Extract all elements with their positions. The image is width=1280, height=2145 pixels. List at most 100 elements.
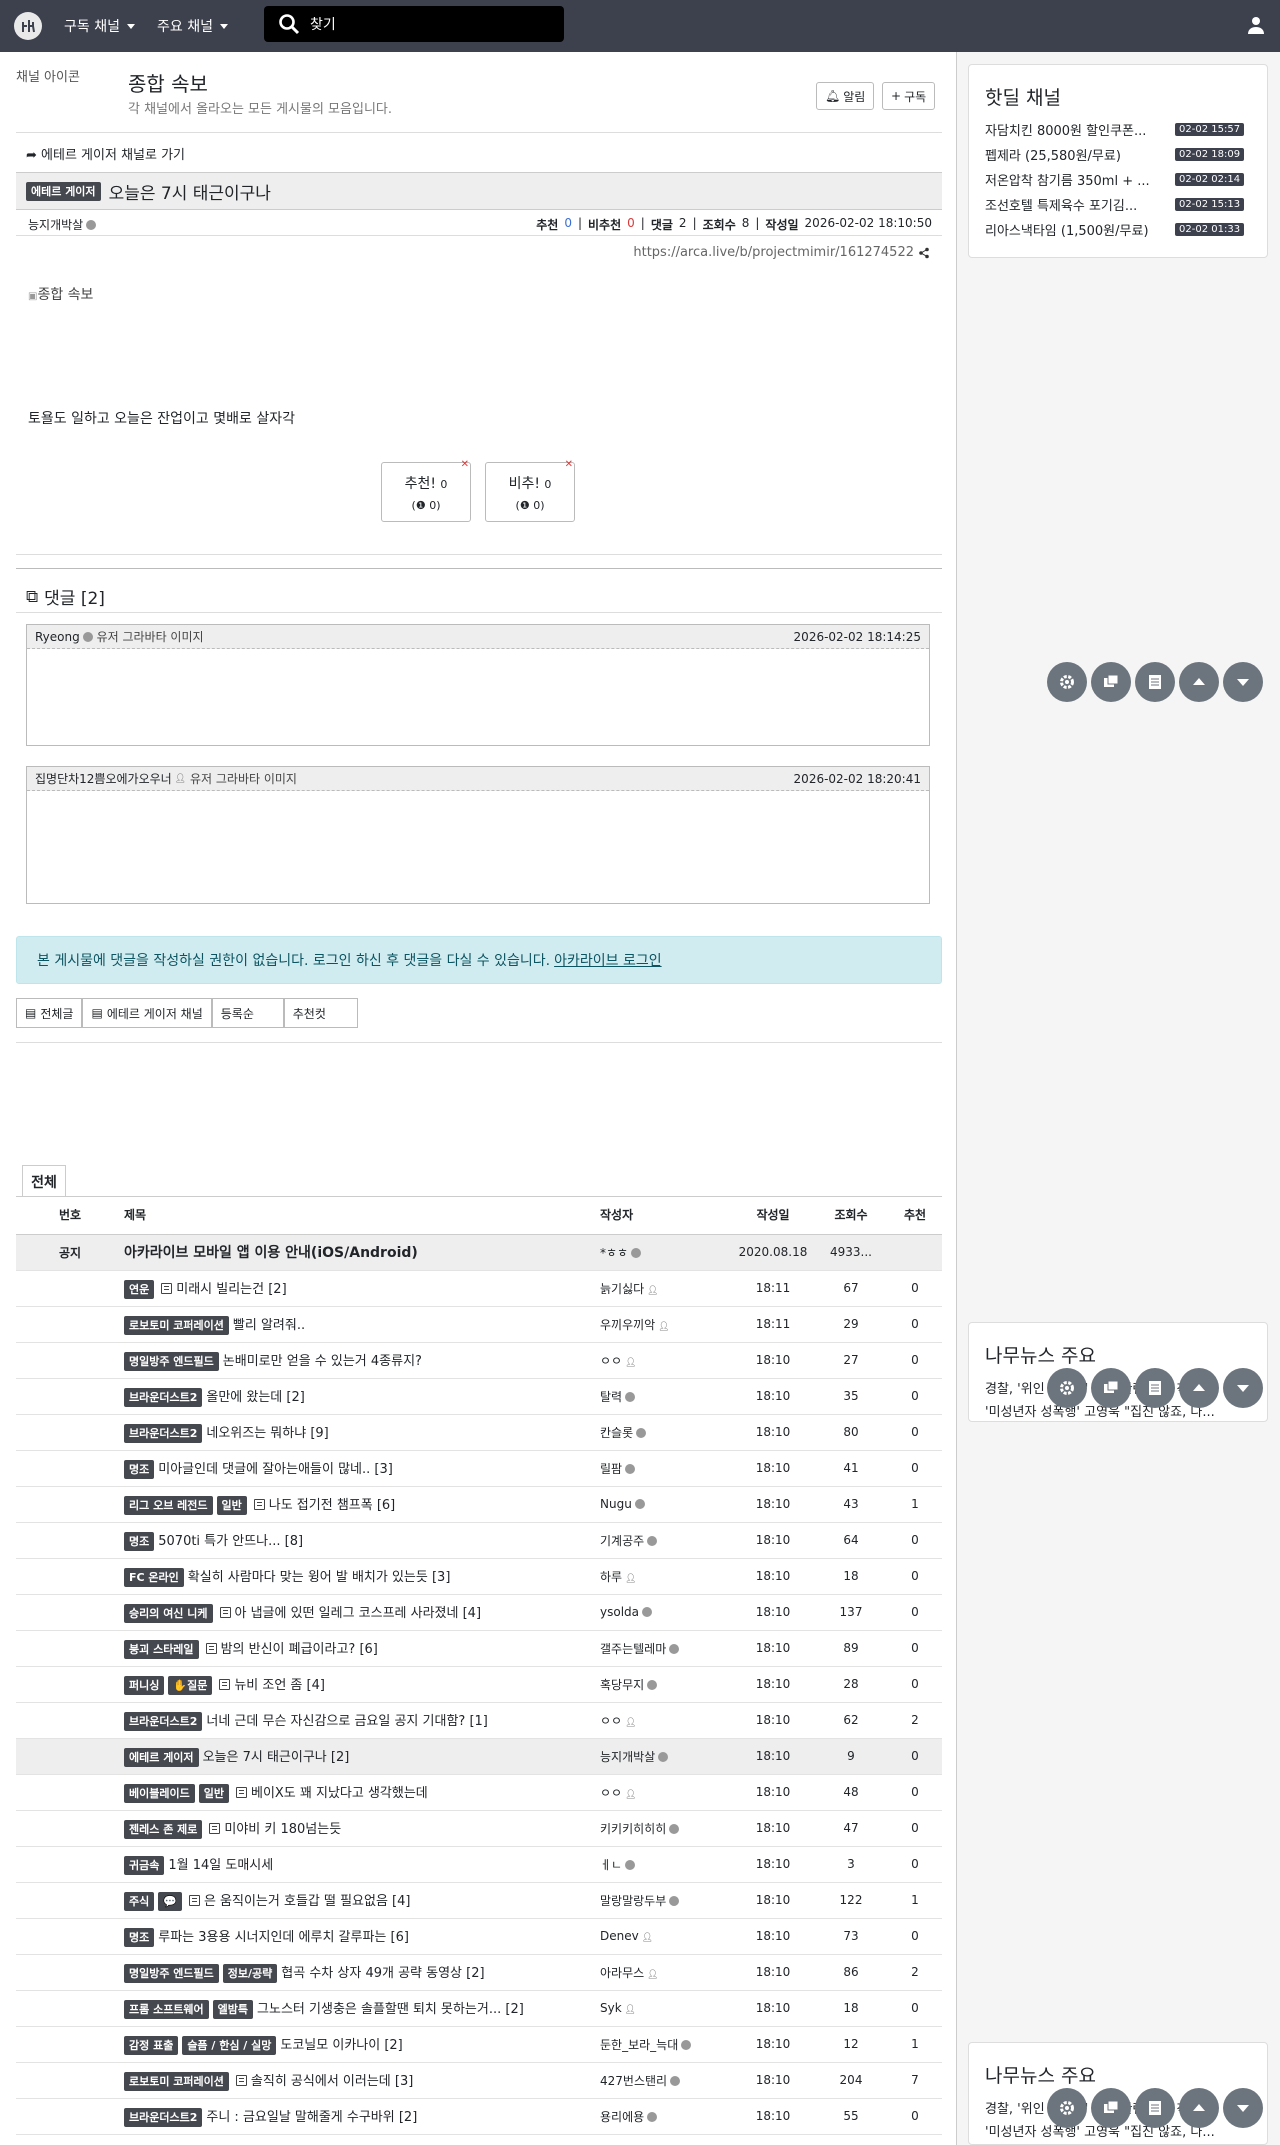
table-row[interactable]: 브라운더스트2 주니 : 금요일날 말해줄게 수구바위 [2] 용리에용 18:10 5… bbox=[16, 2098, 942, 2135]
hotdeal-item[interactable]: 조선호텔 특제육수 포기김... 02-02 15:13 bbox=[985, 195, 1267, 214]
comment-author[interactable]: Ryeong bbox=[35, 630, 80, 644]
row-title-cell[interactable]: 리그 오브 레전드 일반 나도 접기전 챔프폭 [6] bbox=[124, 1486, 600, 1523]
row-title-cell[interactable]: 로보토미 코퍼레이션 빨리 알려줘.. bbox=[124, 1306, 600, 1343]
list-button[interactable] bbox=[1135, 662, 1175, 702]
hotdeal-item[interactable]: 리아스낵타임 (1,500원/무료) 02-02 01:33 bbox=[985, 220, 1267, 239]
table-row[interactable]: 리그 오브 레전드 일반 나도 접기전 챔프폭 [6] Nugu 18:10 43 1 bbox=[16, 1486, 942, 1523]
share-icon[interactable] bbox=[918, 247, 930, 259]
user-icon[interactable] bbox=[1246, 15, 1266, 35]
row-author[interactable]: 하루 👤︎ bbox=[600, 1558, 732, 1595]
row-title-cell[interactable]: 명일방주 엔드필드 정보/공략 협곡 수차 상자 49개 공략 동영상 [2] bbox=[124, 1954, 600, 1991]
table-row[interactable]: 퍼니싱 ✋질문 뉴비 조언 좀 [4] 혹당무지 18:10 28 0 bbox=[16, 1666, 942, 1703]
hotdeal-title[interactable]: 핫딜 채널 bbox=[985, 83, 1267, 110]
row-category-badge[interactable]: 로보토미 코퍼레이션 bbox=[124, 1315, 229, 1335]
subscribe-button[interactable]: + 구독 bbox=[882, 82, 936, 110]
upvote-button[interactable]: 추천! 0 (❶ 0) ✕ bbox=[381, 459, 471, 522]
article-author[interactable]: 능지개박살 bbox=[28, 216, 97, 233]
row-category-badge[interactable]: 명일방주 엔드필드 bbox=[124, 1351, 219, 1371]
row-category-badge[interactable]: 젠레스 존 제로 bbox=[124, 1819, 203, 1839]
row-title-cell[interactable]: 브라운더스트2 주니 : 금요일날 말해줄게 수구바위 [2] bbox=[124, 2098, 600, 2135]
row-category-badge[interactable]: 슬픔 / 한심 / 실망 bbox=[182, 2035, 277, 2055]
row-category-badge[interactable]: 명조 bbox=[124, 1459, 155, 1479]
settings-button[interactable] bbox=[1047, 1368, 1087, 1408]
row-category-badge[interactable]: 에테르 게이저 bbox=[124, 1747, 199, 1767]
row-category-badge[interactable]: 💬 bbox=[158, 1891, 182, 1911]
comments-button[interactable] bbox=[1091, 1368, 1131, 1408]
row-title-cell[interactable]: 베이블레이드 일반 베이X도 꽤 지났다고 생각했는데 bbox=[124, 1774, 600, 1811]
row-title-cell[interactable]: 감정 표출 슬픔 / 한심 / 실망 도코닐모 이카나이 [2] bbox=[124, 2026, 600, 2063]
row-title-cell[interactable]: 브라운더스트2 너네 근데 무슨 자신감으로 금요일 공지 기대함? [1] bbox=[124, 1702, 600, 1739]
row-author[interactable]: Syk 👤︎ bbox=[600, 1990, 732, 2027]
row-category-badge[interactable]: ✋질문 bbox=[168, 1675, 213, 1695]
tab-channel-posts[interactable]: ▤ 에테르 게이저 채널 bbox=[82, 998, 212, 1028]
channel-title[interactable]: 종합 속보 bbox=[128, 68, 208, 97]
row-category-badge[interactable]: 일반 bbox=[216, 1495, 247, 1515]
table-row[interactable]: 에테르 게이저 오늘은 7시 태근이구나 [2] 능지개박살 18:10 9 0 bbox=[16, 1738, 942, 1775]
row-title-cell[interactable]: 에테르 게이저 오늘은 7시 태근이구나 [2] bbox=[124, 1738, 600, 1775]
row-author[interactable]: 말랑말랑두부 bbox=[600, 1882, 732, 1919]
rec-cut-select[interactable]: 추천컷 bbox=[283, 998, 358, 1028]
row-title[interactable]: 아카라이브 모바일 앱 이용 안내(iOS/Android) bbox=[124, 1234, 600, 1271]
table-row[interactable]: 로보토미 코퍼레이션 빨리 알려줘.. 우끼우끼악 👤︎ 18:11 29 0 bbox=[16, 1306, 942, 1343]
downvote-button[interactable]: 비추! 0 (❶ 0) ✕ bbox=[485, 459, 575, 522]
table-row[interactable]: 로보토미 코퍼레이션 솔직히 공식에서 이러는데 [3] 427번스탠리 18:10 2… bbox=[16, 2062, 942, 2099]
row-author[interactable]: 우끼우끼악 👤︎ bbox=[600, 1306, 732, 1343]
news-title[interactable]: 나무뉴스 주요 bbox=[985, 1341, 1267, 1368]
table-row[interactable]: 연운 미래시 빌리는건 [2] 늙기싫다 👤︎ 18:11 67 0 bbox=[16, 1270, 942, 1307]
scroll-bottom-button[interactable] bbox=[1223, 2088, 1263, 2128]
table-row[interactable]: 귀금속 1월 14일 도매시세 ㅔㄴ 18:10 3 0 bbox=[16, 1846, 942, 1883]
row-category-badge[interactable]: 주식 bbox=[124, 1891, 155, 1911]
row-category-badge[interactable]: 귀금속 bbox=[124, 1855, 165, 1875]
row-category-badge[interactable]: 명조 bbox=[124, 1531, 155, 1551]
row-author[interactable]: Denev 👤︎ bbox=[600, 1918, 732, 1955]
row-title-cell[interactable]: 명조 5070ti 특가 안뜨나... [8] bbox=[124, 1522, 600, 1559]
table-row[interactable]: 젠레스 존 제로 미야비 키 180넘는듯 키키키히히히 18:10 47 0 bbox=[16, 1810, 942, 1847]
row-author[interactable]: ㅇㅇ 👤︎ bbox=[600, 1702, 732, 1739]
table-row[interactable]: 명조 루파는 3용용 시너지인데 에루치 갈루파는 [6] Denev 👤︎ 18:10… bbox=[16, 1918, 942, 1955]
row-title-cell[interactable]: 프롬 소프트웨어 엘밤특 그노스터 기생충은 솔플할땐 퇴치 못하는거... [2] bbox=[124, 1990, 600, 2027]
row-title-cell[interactable]: 주식 💬 은 움직이는거 호들갑 떨 필요없음 [4] bbox=[124, 1882, 600, 1919]
scroll-top-button[interactable] bbox=[1179, 2088, 1219, 2128]
sort-select[interactable]: 등록순 bbox=[211, 998, 284, 1028]
table-row[interactable]: 명조 미아글인데 댓글에 잘아는애들이 많네.. [3] 릴팜 18:10 41 0 bbox=[16, 1450, 942, 1487]
table-row[interactable]: 프롬 소프트웨어 엘밤특 그노스터 기생충은 솔플할땐 퇴치 못하는거... [2]… bbox=[16, 1990, 942, 2027]
table-row[interactable]: 명조 5070ti 특가 안뜨나... [8] 기계공주 18:10 64 0 bbox=[16, 1522, 942, 1559]
row-author[interactable]: ㅇㅇ 👤︎ bbox=[600, 1342, 732, 1379]
row-title-cell[interactable]: 브라운더스트2 올만에 왔는데 [2] bbox=[124, 1378, 600, 1415]
row-category-badge[interactable]: 연운 bbox=[124, 1279, 155, 1299]
row-category-badge[interactable]: 프롬 소프트웨어 bbox=[124, 1999, 209, 2019]
list-button[interactable] bbox=[1135, 1368, 1175, 1408]
table-row[interactable]: 베이블레이드 일반 베이X도 꽤 지났다고 생각했는데 ㅇㅇ 👤︎ 18:10 48 0 bbox=[16, 1774, 942, 1811]
row-author[interactable]: 용리에용 bbox=[600, 2098, 732, 2135]
table-row[interactable]: 감정 표출 슬픔 / 한심 / 실망 도코닐모 이카나이 [2] 둔한_보라_늑대 18… bbox=[16, 2026, 942, 2063]
row-category-badge[interactable]: 감정 표출 bbox=[124, 2035, 179, 2055]
tab-all[interactable]: 전체 bbox=[22, 1165, 66, 1197]
row-title-cell[interactable]: FC 온라인 확실히 사람마다 맞는 윙어 발 배치가 있는듯 [3] bbox=[124, 1558, 600, 1595]
row-author[interactable]: 탈력 bbox=[600, 1378, 732, 1415]
table-row[interactable]: 브라운더스트2 네오위즈는 뭐하냐 [9] 칸슬롯 18:10 80 0 bbox=[16, 1414, 942, 1451]
row-author[interactable]: 혹당무지 bbox=[600, 1666, 732, 1703]
table-row[interactable]: 명일방주 엔드필드 논배미로만 얻을 수 있는거 4종류지? ㅇㅇ 👤︎ 18:10 27… bbox=[16, 1342, 942, 1379]
site-logo[interactable] bbox=[14, 12, 42, 40]
hotdeal-item[interactable]: 자담치킨 8000원 할인쿠폰... 02-02 15:57 bbox=[985, 120, 1267, 139]
comment-author[interactable]: 집명단차12쁨오에가오우너 bbox=[35, 770, 172, 787]
row-author[interactable]: ㅇㅇ 👤︎ bbox=[600, 1774, 732, 1811]
row-title-cell[interactable]: 명일방주 엔드필드 논배미로만 얻을 수 있는거 4종류지? bbox=[124, 1342, 600, 1379]
row-category-badge[interactable]: 브라운더스트2 bbox=[124, 1387, 203, 1407]
scroll-top-button[interactable] bbox=[1179, 1368, 1219, 1408]
row-author[interactable]: 갤주는텔레마 bbox=[600, 1630, 732, 1667]
row-author[interactable]: 늙기싫다 👤︎ bbox=[600, 1270, 732, 1307]
login-link[interactable]: 아카라이브 로그인 bbox=[554, 950, 662, 970]
row-title-cell[interactable]: 붕괴 스타레일 밤의 반신이 폐급이라고? [6] bbox=[124, 1630, 600, 1667]
row-author[interactable]: 릴팜 bbox=[600, 1450, 732, 1487]
row-title-cell[interactable]: 명조 미아글인데 댓글에 잘아는애들이 많네.. [3] bbox=[124, 1450, 600, 1487]
row-category-badge[interactable]: 붕괴 스타레일 bbox=[124, 1639, 199, 1659]
row-title-cell[interactable]: 젠레스 존 제로 미야비 키 180넘는듯 bbox=[124, 1810, 600, 1847]
notice-row[interactable]: 공지 아카라이브 모바일 앱 이용 안내(iOS/Android) *ㅎㅎ 20… bbox=[16, 1234, 942, 1271]
comments-button[interactable] bbox=[1091, 2088, 1131, 2128]
row-author[interactable]: 기계공주 bbox=[600, 1522, 732, 1559]
tab-all-posts[interactable]: ▤ 전체글 bbox=[16, 998, 83, 1028]
comments-button[interactable] bbox=[1091, 662, 1131, 702]
row-category-badge[interactable]: 브라운더스트2 bbox=[124, 1423, 203, 1443]
row-category-badge[interactable]: 로보토미 코퍼레이션 bbox=[124, 2071, 229, 2091]
